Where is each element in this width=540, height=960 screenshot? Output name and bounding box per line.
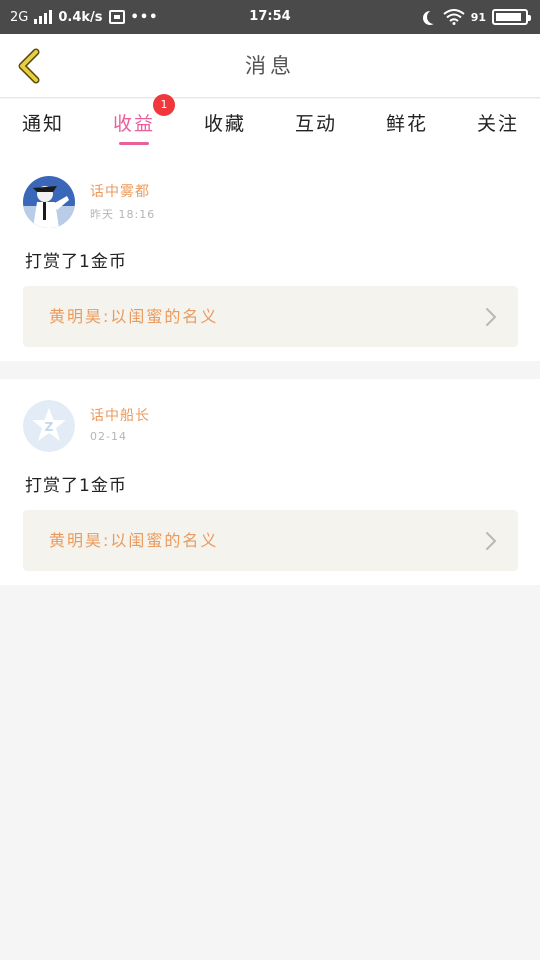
avatar[interactable] — [23, 176, 75, 228]
status-right: 91 — [423, 0, 531, 34]
message-card: 话中雾都 昨天 18:16 打赏了1金币 黄明昊:以闺蜜的名义 — [0, 155, 540, 361]
tab-label: 互动 — [295, 113, 338, 135]
wifi-icon — [443, 9, 465, 25]
active-tab-indicator — [119, 142, 149, 145]
chevron-right-icon — [486, 308, 496, 326]
user-name[interactable]: 话中船长 — [90, 405, 150, 425]
chevron-right-icon — [486, 532, 496, 550]
tab-label: 关注 — [477, 113, 520, 135]
header: 消息 — [0, 34, 540, 98]
message-time: 02-14 — [90, 430, 127, 443]
tab-label: 通知 — [22, 113, 65, 135]
tab-favorites[interactable]: 收藏 — [204, 99, 246, 155]
status-bar: 2G 0.4k/s ••• 17:54 91 — [0, 0, 540, 34]
tab-flowers[interactable]: 鲜花 — [386, 99, 428, 155]
tab-interactions[interactable]: 互动 — [295, 99, 337, 155]
book-link[interactable]: 黄明昊:以闺蜜的名义 — [23, 286, 518, 347]
tab-bar: 通知 收益 1 收藏 互动 鲜花 关注 — [0, 94, 540, 155]
battery-percent: 91 — [470, 10, 486, 24]
message-text: 打赏了1金币 — [25, 252, 127, 272]
unread-badge: 1 — [153, 94, 176, 116]
tab-label: 鲜花 — [386, 113, 429, 135]
message-card: Z 话中船长 02-14 打赏了1金币 黄明昊:以闺蜜的名义 — [0, 379, 540, 585]
tab-label: 收益 — [113, 113, 156, 135]
tab-earnings[interactable]: 收益 1 — [113, 94, 176, 155]
moon-icon — [427, 10, 441, 24]
message-time: 昨天 18:16 — [90, 208, 156, 221]
battery-icon — [492, 9, 531, 25]
book-title: 黄明昊:以闺蜜的名义 — [49, 307, 219, 326]
message-text: 打赏了1金币 — [25, 476, 127, 496]
default-avatar-icon[interactable]: Z — [23, 400, 75, 452]
tab-follows[interactable]: 关注 — [477, 99, 519, 155]
svg-text:Z: Z — [45, 420, 54, 434]
page-title: 消息 — [245, 54, 295, 78]
book-link[interactable]: 黄明昊:以闺蜜的名义 — [23, 510, 518, 571]
user-name[interactable]: 话中雾都 — [90, 181, 150, 201]
tab-notifications[interactable]: 通知 — [22, 99, 64, 155]
tab-label: 收藏 — [204, 113, 247, 135]
book-title: 黄明昊:以闺蜜的名义 — [49, 531, 219, 550]
